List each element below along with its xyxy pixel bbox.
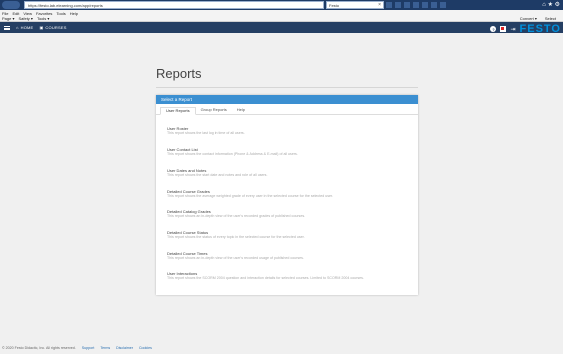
app-header: ⌂ HOME ▣ COURSES ? ⇥ FESTO: [0, 22, 563, 35]
command-page[interactable]: Page ▾: [2, 16, 14, 21]
convert-button[interactable]: Convert ▾: [520, 16, 537, 21]
nav-courses-label: COURSES: [45, 25, 67, 30]
report-item[interactable]: User Roster This report shows the last l…: [167, 126, 407, 136]
command-safety[interactable]: Safety ▾: [18, 16, 32, 21]
report-description: This report shows the start date and not…: [167, 173, 268, 177]
browser-tab-label: Festo: [329, 2, 340, 8]
command-tools[interactable]: Tools ▾: [37, 16, 49, 21]
report-item[interactable]: Detailed Course Grades This report shows…: [167, 189, 407, 199]
title-divider: [156, 87, 418, 88]
menu-view[interactable]: View: [23, 11, 32, 16]
report-tabs: User Reports Group Reports Help: [156, 104, 418, 115]
menu-favorites[interactable]: Favorites: [36, 11, 52, 16]
address-bar[interactable]: https://festo.lab.elearning.com/app/repo…: [24, 1, 324, 9]
report-item[interactable]: User Interactions This report shows the …: [167, 271, 407, 281]
page-title: Reports: [156, 66, 202, 81]
footer-link-disclaimer[interactable]: Disclaimer: [116, 346, 133, 350]
notification-icon[interactable]: [500, 26, 507, 32]
report-description: This report shows an in-depth view of th…: [167, 256, 304, 260]
report-description: This report shows the SCORM 2004 questio…: [167, 276, 364, 280]
nav-courses[interactable]: ▣ COURSES: [39, 25, 66, 30]
report-item[interactable]: User Contact List This report shows the …: [167, 147, 407, 157]
report-card: Select a Report User Reports Group Repor…: [156, 95, 418, 295]
back-forward-buttons[interactable]: [2, 1, 20, 9]
report-item[interactable]: Detailed Catalog Grades This report show…: [167, 209, 407, 219]
nav-home[interactable]: ⌂ HOME: [16, 25, 33, 30]
tab-user-reports[interactable]: User Reports: [160, 107, 196, 115]
nav-home-label: HOME: [20, 25, 34, 30]
courses-icon: ▣: [39, 25, 44, 30]
report-item[interactable]: Detailed Course Status This report shows…: [167, 230, 407, 240]
report-description: This report shows the status of every to…: [167, 235, 305, 239]
header-right: ? ⇥ FESTO: [490, 23, 561, 35]
window-controls-icon[interactable]: ⌂ ★ ⚙: [542, 1, 560, 8]
tab-group-reports[interactable]: Group Reports: [196, 106, 232, 114]
report-description: This report shows the average weighted g…: [167, 194, 334, 198]
menu-file[interactable]: File: [2, 11, 8, 16]
address-url: https://festo.lab.elearning.com/app/repo…: [28, 2, 103, 8]
home-icon: ⌂: [16, 25, 19, 30]
page-footer: © 2020 Festo Didactic, Inc. All rights r…: [2, 345, 402, 351]
menu-help[interactable]: Help: [70, 11, 78, 16]
menu-icon[interactable]: [4, 25, 10, 30]
festo-logo: FESTO: [519, 23, 561, 35]
footer-link-terms[interactable]: Terms: [100, 346, 110, 350]
footer-link-cookies[interactable]: Cookies: [139, 346, 152, 350]
card-heading: Select a Report: [156, 95, 418, 104]
menu-tools[interactable]: Tools: [56, 11, 65, 16]
select-button[interactable]: Select: [545, 16, 556, 21]
report-item[interactable]: Detailed Course Times This report shows …: [167, 251, 407, 261]
report-description: This report shows an in-depth view of th…: [167, 214, 306, 218]
background-tabs[interactable]: [386, 2, 446, 8]
footer-link-support[interactable]: Support: [82, 346, 95, 350]
report-description: This report shows the contact informatio…: [167, 152, 298, 156]
help-icon[interactable]: ?: [490, 26, 497, 32]
browser-title-bar: https://festo.lab.elearning.com/app/repo…: [0, 0, 563, 10]
tab-close-icon[interactable]: ×: [378, 2, 381, 8]
tab-help[interactable]: Help: [232, 106, 250, 114]
command-bar-right: Convert ▾ Select: [520, 16, 560, 21]
report-item[interactable]: User Dates and Notes This report shows t…: [167, 168, 407, 178]
app-window: https://festo.lab.elearning.com/app/repo…: [0, 0, 563, 354]
menu-edit[interactable]: Edit: [12, 11, 19, 16]
logout-icon[interactable]: ⇥: [510, 26, 515, 33]
browser-tab[interactable]: Festo ×: [326, 1, 384, 9]
report-description: This report shows the last log in time o…: [167, 131, 245, 135]
footer-copyright: © 2020 Festo Didactic, Inc. All rights r…: [2, 346, 76, 350]
